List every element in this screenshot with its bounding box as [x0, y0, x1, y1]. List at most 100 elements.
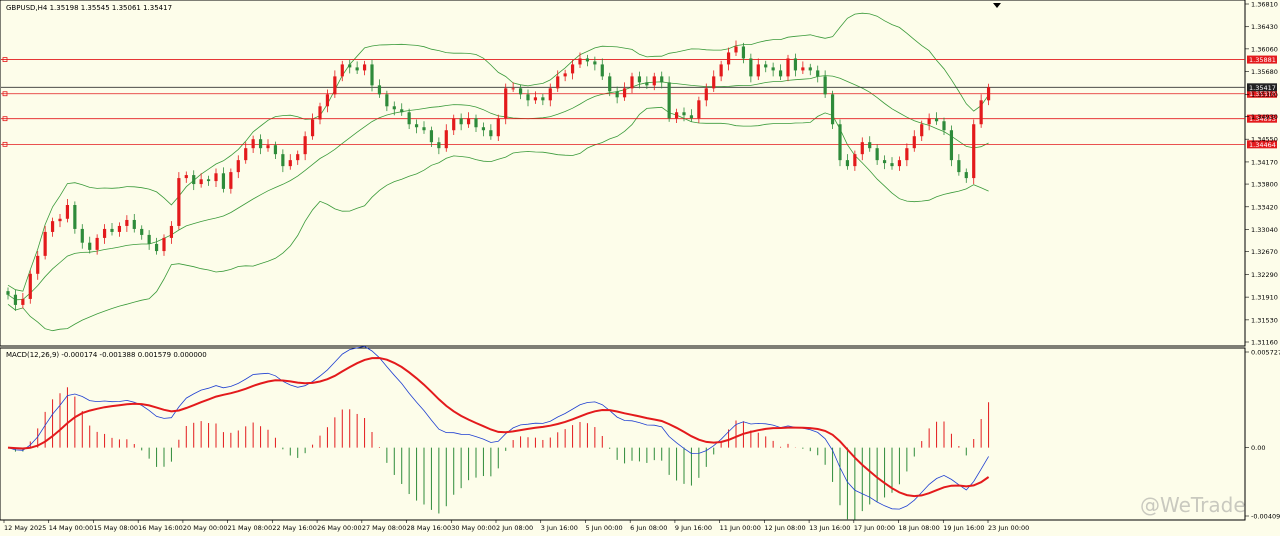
candle-body	[21, 298, 25, 305]
candle-body	[154, 243, 159, 252]
time-axis-label: 19 Jun 16:00	[943, 524, 984, 532]
candle-body	[58, 218, 62, 222]
time-axis-label: 21 May 08:00	[228, 524, 273, 532]
candle-body	[258, 139, 263, 149]
time-axis-label: 6 Jun 08:00	[630, 524, 667, 532]
candle-body	[771, 67, 775, 71]
price-axis-label: 1.31530	[1251, 316, 1278, 324]
candle-body	[726, 52, 731, 65]
macd-axis-label: 0.00	[1251, 444, 1265, 452]
candle-body	[637, 76, 642, 83]
candle-body	[972, 124, 976, 179]
candle-body	[749, 58, 753, 77]
price-axis-label: 1.33420	[1251, 203, 1278, 211]
candle-body	[756, 64, 760, 77]
candle-body	[318, 106, 322, 120]
candle-body	[778, 70, 783, 77]
candle-body	[452, 118, 456, 131]
candle-body	[325, 94, 330, 107]
candle-body	[444, 130, 448, 149]
candle-body	[511, 88, 515, 90]
price-axis-label: 1.36810	[1251, 1, 1278, 9]
candle-body	[652, 76, 656, 86]
trading-chart-window[interactable]: 1.35310 1.35881 1.35417 1.34893 1.34464 1.368…	[0, 0, 1280, 536]
price-axis-label: 1.35300	[1251, 91, 1278, 99]
candle-body	[385, 94, 389, 107]
time-axis-label: 20 May 00:00	[183, 524, 228, 532]
candle-body	[147, 234, 151, 244]
candle-body	[65, 205, 70, 219]
chart-canvas[interactable]: 1.353101.358811.354171.348931.344641.368…	[0, 0, 1280, 536]
candle-body	[303, 136, 307, 155]
price-axis-label: 1.33040	[1251, 226, 1278, 234]
candle-body	[667, 82, 671, 119]
candle-body	[957, 160, 961, 173]
time-axis-label: 23 Jun 00:00	[988, 524, 1029, 532]
candle-body	[481, 127, 486, 131]
candle-body	[102, 228, 107, 238]
candle-body	[890, 163, 894, 167]
candle-body	[719, 64, 723, 77]
candle-body	[630, 76, 634, 89]
candle-body	[117, 225, 122, 232]
candle-body	[80, 228, 84, 243]
candle-body	[808, 67, 812, 71]
time-axis-label: 14 May 00:00	[49, 524, 94, 532]
price-level-tag-label: 1.35881	[1249, 56, 1276, 64]
candle-body	[296, 154, 300, 161]
candle-body	[95, 237, 99, 250]
candle-body	[734, 46, 738, 53]
candle-body	[986, 87, 991, 101]
time-axis-label: 30 May 00:00	[451, 524, 496, 532]
candle-body	[853, 154, 857, 167]
candle-body	[236, 160, 240, 173]
candle-body	[689, 115, 694, 119]
candle-body	[244, 148, 248, 161]
candle-body	[199, 179, 203, 185]
price-axis-label: 1.35680	[1251, 68, 1278, 76]
candle-body	[860, 142, 864, 155]
candle-body	[793, 58, 798, 71]
time-axis-label: 11 Jun 00:00	[720, 524, 761, 532]
candle-body	[741, 46, 746, 59]
macd-axis-label: -0.004094	[1251, 513, 1280, 521]
candle-body	[377, 85, 382, 95]
candle-body	[964, 172, 968, 179]
price-axis-label: 1.34170	[1251, 158, 1278, 166]
time-axis-label: 12 May 2025	[4, 524, 46, 532]
candle-body	[979, 100, 983, 125]
candle-body	[88, 242, 92, 250]
candle-body	[50, 221, 55, 232]
candle-body	[6, 291, 10, 295]
candle-body	[132, 219, 136, 229]
time-axis-label: 3 Jun 16:00	[541, 524, 578, 532]
candle-body	[593, 61, 597, 65]
candle-body	[548, 88, 552, 101]
candle-body	[229, 172, 233, 189]
price-panel[interactable]	[0, 0, 1246, 347]
price-axis-label: 1.36060	[1251, 45, 1278, 53]
candle-body	[489, 130, 493, 137]
time-axis-label: 2 Jun 08:00	[496, 524, 533, 532]
candle-body	[615, 91, 619, 98]
candle-body	[541, 97, 545, 101]
candle-body	[882, 160, 887, 164]
candle-body	[184, 175, 188, 179]
candle-body	[206, 179, 211, 182]
candle-body	[823, 76, 827, 95]
candle-body	[578, 58, 582, 65]
candle-body	[608, 76, 612, 92]
candle-body	[73, 205, 77, 229]
candle-body	[310, 119, 315, 137]
price-axis-label: 1.34930	[1251, 113, 1278, 121]
candle-body	[816, 70, 820, 77]
candle-body	[221, 173, 226, 189]
candle-body	[920, 124, 924, 137]
candle-body	[801, 67, 805, 71]
macd-title: MACD(12,26,9) -0.000174 -0.001388 0.0015…	[6, 351, 207, 359]
candle-body	[875, 148, 879, 161]
candle-body	[273, 145, 278, 155]
candle-body	[897, 160, 902, 167]
time-axis-label: 27 May 08:00	[362, 524, 407, 532]
candle-body	[912, 136, 916, 149]
